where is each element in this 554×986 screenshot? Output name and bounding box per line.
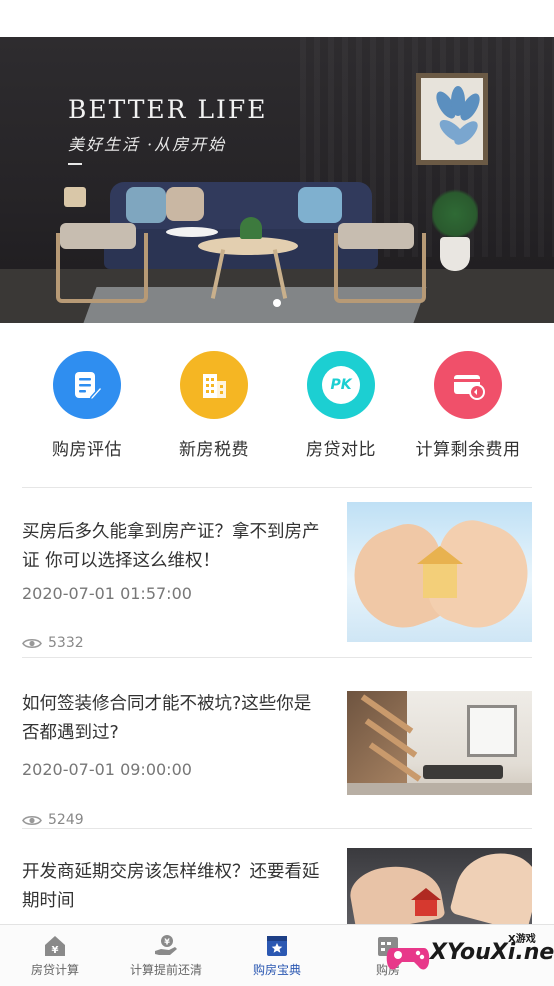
banner-coffee-table xyxy=(198,237,298,255)
tab-mortgage-calc[interactable]: ¥ 房贷计算 xyxy=(0,925,110,986)
quick-item-loan-compare[interactable]: PK 房贷对比 xyxy=(271,351,411,460)
quick-label: 计算剩余费用 xyxy=(415,440,521,460)
banner-small-plant xyxy=(240,217,262,239)
banner-side-table xyxy=(166,227,218,237)
interior-living-room-image xyxy=(347,691,532,795)
quick-item-purchase-assessment[interactable]: 购房评估 xyxy=(17,351,157,460)
banner-dash xyxy=(68,163,82,165)
quick-item-new-house-tax[interactable]: 新房税费 xyxy=(144,351,284,460)
banner-title-chinese: 美好生活 ·从房开始 xyxy=(68,135,227,154)
article-view-count: 5332 xyxy=(48,635,84,651)
article-item[interactable]: 买房后多久能拿到房产证？拿不到房产证 你可以选择这么维权！ 2020-07-01… xyxy=(22,502,532,657)
article-item[interactable]: 如何签装修合同才能不被坑?这些你是否都遇到过? 2020-07-01 09:00… xyxy=(22,688,532,828)
hands-house-keys-image xyxy=(347,848,532,924)
svg-text:¥: ¥ xyxy=(52,945,59,956)
article-title: 买房后多久能拿到房产证？拿不到房产证 你可以选择这么维权！ xyxy=(22,522,320,571)
article-title: 如何签装修合同才能不被坑?这些你是否都遇到过? xyxy=(22,694,312,743)
quick-label: 新房税费 xyxy=(179,440,249,460)
article-views: 5249 xyxy=(22,812,84,828)
article-item[interactable]: 开发商延期交房该怎样维权？还要看延期时间 xyxy=(22,848,532,924)
divider xyxy=(22,487,532,488)
pk-icon-text: PK xyxy=(330,377,352,393)
divider xyxy=(22,657,532,658)
star-book-icon xyxy=(267,936,287,956)
eye-icon xyxy=(22,638,42,648)
banner-pillow xyxy=(166,187,204,221)
tab-home-guide[interactable]: 购房宝典 xyxy=(222,925,332,986)
promo-banner[interactable]: BETTER LIFE 美好生活 ·从房开始 xyxy=(0,37,554,323)
card-refund-icon xyxy=(434,351,502,419)
article-title: 开发商延期交房该怎样维权？还要看延期时间 xyxy=(22,862,320,911)
article-date: 2020-07-01 09:00:00 xyxy=(22,760,192,779)
eye-icon xyxy=(22,815,42,825)
quick-item-remaining-cost[interactable]: 计算剩余费用 xyxy=(398,351,538,460)
banner-wall-painting xyxy=(416,73,488,165)
tab-early-repayment[interactable]: ¥ 计算提前还清 xyxy=(111,925,221,986)
svg-text:¥: ¥ xyxy=(164,938,170,947)
banner-plant xyxy=(432,187,478,241)
banner-chair-frame xyxy=(334,233,426,303)
heart-hands-house-image xyxy=(347,502,532,642)
banner-chair-frame xyxy=(56,233,148,303)
quick-label: 购房评估 xyxy=(52,440,122,460)
hand-coin-icon: ¥ xyxy=(155,935,177,955)
banner-dot-active[interactable] xyxy=(273,299,281,307)
banner-plant-pot xyxy=(440,237,470,271)
banner-lamp xyxy=(64,187,86,207)
banner-pillow xyxy=(298,187,342,223)
quick-menu: 购房评估 新房税费 PK 房贷对比 计算剩余费用 xyxy=(0,335,554,485)
article-view-count: 5249 xyxy=(48,812,84,828)
article-views: 5332 xyxy=(22,635,84,651)
watermark-logo: X游戏 XYouXi.net xyxy=(384,928,554,984)
gamepad-logo-icon xyxy=(386,948,430,970)
divider xyxy=(22,828,532,829)
article-date: 2020-07-01 01:57:00 xyxy=(22,584,192,603)
banner-pagination xyxy=(0,299,554,307)
tab-label: 购房宝典 xyxy=(252,963,301,977)
banner-title-english: BETTER LIFE xyxy=(68,95,268,124)
status-bar xyxy=(0,0,554,37)
banner-pillow xyxy=(126,187,166,223)
document-pen-icon xyxy=(53,351,121,419)
pk-icon: PK xyxy=(307,351,375,419)
tab-label: 计算提前还清 xyxy=(129,963,202,977)
house-yen-icon: ¥ xyxy=(45,936,65,956)
watermark-text: XYouXi.net xyxy=(430,940,554,965)
quick-label: 房贷对比 xyxy=(306,440,376,460)
building-icon xyxy=(180,351,248,419)
tab-label: 房贷计算 xyxy=(30,963,79,977)
